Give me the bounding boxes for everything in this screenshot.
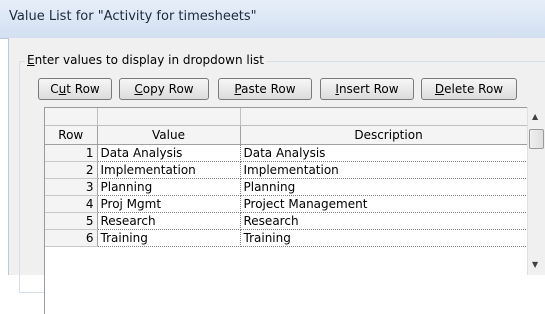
insert-row-button[interactable]: Insert Row [320,78,414,100]
row-number[interactable]: 1 [45,144,98,162]
row-number[interactable]: 6 [45,229,98,247]
window-title: Value List for "Activity for timesheets" [9,9,257,24]
header-row: Row Value Description [45,125,538,145]
description-cell[interactable]: Project Management [240,195,538,213]
row-number[interactable]: 4 [45,195,98,213]
value-cell[interactable]: Research [97,212,241,230]
title-bar[interactable]: Value List for "Activity for timesheets" [0,0,545,39]
copy-row-button[interactable]: Copy Row [119,78,209,100]
value-cell[interactable]: Proj Mgmt [97,195,241,213]
paste-row-button[interactable]: Paste Row [218,78,312,100]
dialog-panel: Enter values to display in dropdown list… [8,38,545,314]
table-row[interactable]: 1 Data Analysis Data Analysis [45,144,538,162]
table-row[interactable]: 6 Training Training [45,229,538,247]
value-cell[interactable]: Implementation [97,161,241,179]
scroll-down-icon[interactable]: ▼ [532,261,538,269]
description-cell[interactable]: Training [240,229,538,247]
description-cell[interactable]: Implementation [240,161,538,179]
vertical-scrollbar[interactable]: ▲ ▼ [527,107,545,275]
group-caption: Enter values to display in dropdown list [25,53,266,67]
table-row[interactable]: 3 Planning Planning [45,178,538,196]
row-number[interactable]: 3 [45,178,98,196]
column-header-row[interactable]: Row [45,125,98,145]
value-cell[interactable]: Planning [97,178,241,196]
row-number[interactable]: 2 [45,161,98,179]
description-cell[interactable]: Data Analysis [240,144,538,162]
table-row[interactable]: 2 Implementation Implementation [45,161,538,179]
table-row[interactable]: 4 Proj Mgmt Project Management [45,195,538,213]
description-cell[interactable]: Research [240,212,538,230]
grid-top-band [45,108,538,126]
value-cell[interactable]: Training [97,229,241,247]
row-number[interactable]: 5 [45,212,98,230]
description-cell[interactable]: Planning [240,178,538,196]
column-header-value[interactable]: Value [97,125,241,145]
column-header-description[interactable]: Description [240,125,538,145]
value-table: Row Value Description 1 Data Analysis Da… [45,108,538,247]
scroll-thumb[interactable] [529,129,544,149]
cut-row-button[interactable]: Cut Row [38,78,112,100]
value-cell[interactable]: Data Analysis [97,144,241,162]
delete-row-button[interactable]: Delete Row [421,78,517,100]
scroll-up-icon[interactable]: ▲ [532,113,538,121]
value-grid[interactable]: Row Value Description 1 Data Analysis Da… [44,107,545,314]
table-row[interactable]: 5 Research Research [45,212,538,230]
